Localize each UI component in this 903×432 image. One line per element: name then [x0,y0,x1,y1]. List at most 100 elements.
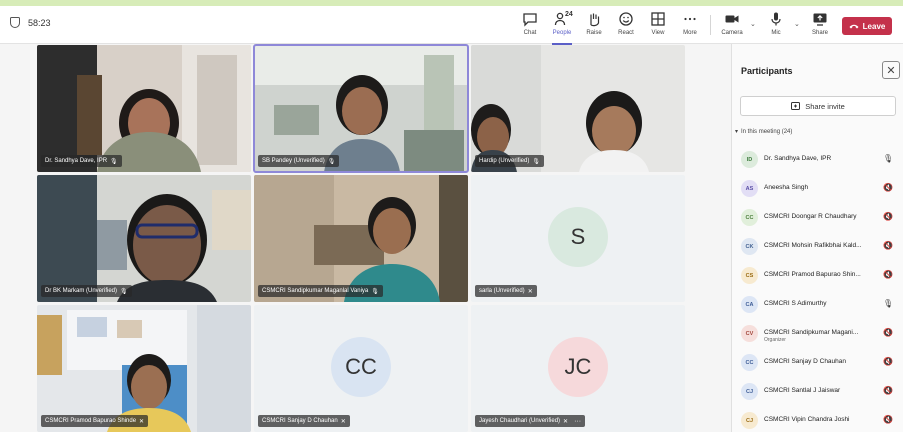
camera-button[interactable]: Camera [715,11,749,41]
participant-name: sarla (Unverified) [479,288,525,294]
microphone-icon: 🎙 [883,154,894,163]
participant-avatar: CV [741,325,758,342]
avatar-tile[interactable]: JC Jayesh Chaudhari (Unverified) ✕ ··· [471,305,685,432]
participant-avatar-initials: S [548,206,608,267]
mic-button[interactable]: Mic [759,11,793,41]
participant-avatar: CC [741,354,758,371]
participant-name: CSMCRI Pramod Bapurao Shin... [764,271,861,278]
more-options-icon[interactable]: ··· [574,418,581,425]
participant-row[interactable]: CA CSMCRI S Adimurthy 🎙 [732,291,903,320]
leave-label: Leave [862,21,886,31]
participant-name: CSMCRI Vipin Chandra Joshi [764,416,850,423]
participant-name-tag: Dr BK Markam (Unverified) 🎙 [41,285,132,297]
mic-muted-icon: ✕ [563,418,569,425]
react-button[interactable]: React [609,11,643,41]
video-feed-image [471,45,685,172]
participant-row[interactable]: CK CSMCRI Mohsin Rafikbhai Kald... 🔇 [732,233,903,262]
participant-name: CSMCRI Sandipkumar Magani... [764,329,859,336]
participant-avatar-initials: CC [331,336,391,397]
microphone-icon: 🎙 [532,158,540,165]
participant-avatar: AS [741,180,758,197]
participant-name: CSMCRI Pramod Bapurao Shinde [45,418,137,424]
participant-avatar: CJ [741,412,758,429]
participant-name-tag: CSMCRI Sanjay D Chauhan ✕ [258,415,350,427]
participant-row[interactable]: CJ CSMCRI Santlal J Jaiswar 🔇 [732,378,903,407]
view-button[interactable]: View [641,11,675,41]
participant-name-tag: Jayesh Chaudhari (Unverified) ✕ ··· [475,415,586,427]
video-tile[interactable]: CSMCRI Sandipkumar Maganlal Vaniya 🎙 [254,175,468,302]
participant-name: CSMCRI Sanjay D Chauhan [764,358,847,365]
participant-row[interactable]: CC CSMCRI Doongar R Chaudhary 🔇 [732,204,903,233]
chat-label: Chat [523,30,537,36]
people-count: 24 [565,11,573,18]
chat-button[interactable]: Chat [513,11,547,41]
participant-avatar: CS [741,267,758,284]
react-label: React [618,30,634,36]
participant-role: Organizer [764,337,786,343]
hand-icon [590,13,600,27]
participant-name-tag: CSMCRI Sandipkumar Maganlal Vaniya 🎙 [258,285,383,297]
avatar-tile[interactable]: CC CSMCRI Sanjay D Chauhan ✕ [254,305,468,432]
people-button[interactable]: 24 People [545,11,579,45]
video-tile[interactable]: Hardip (Unverified) 🎙 [471,45,685,172]
grid-view-icon [651,12,665,26]
in-meeting-section-header[interactable]: ▾ In this meeting (24) [735,128,792,136]
toolbar-divider [710,15,711,35]
camera-options-chevron-icon[interactable]: ⌄ [750,20,756,28]
video-tile-active-speaker[interactable]: SB Pandey (Unverified) 🎙 [253,44,469,173]
mic-muted-icon: 🔇 [883,270,893,279]
chat-icon [523,13,537,27]
participant-name: CSMCRI Santlal J Jaiswar [764,387,841,394]
participant-name: Hardip (Unverified) [479,158,530,164]
collapse-caret-icon: ▾ [735,129,739,135]
participant-row[interactable]: CJ CSMCRI Vipin Chandra Joshi 🔇 [732,407,903,432]
raise-hand-button[interactable]: Raise [577,11,611,41]
participant-name-tag: Dr. Sandhya Dave, IPR 🎙 [41,155,122,167]
participant-row[interactable]: ID Dr. Sandhya Dave, IPR 🎙 [732,146,903,175]
participant-list: ID Dr. Sandhya Dave, IPR 🎙 AS Aneesha Singh 🔇… [732,146,903,432]
more-button[interactable]: More [673,11,707,41]
video-tile[interactable]: Dr BK Markam (Unverified) 🎙 [37,175,251,302]
meeting-timer-area: 58:23 [10,17,51,28]
microphone-icon: 🎙 [883,299,894,308]
share-invite-button[interactable]: Share invite [740,96,896,116]
participant-row[interactable]: CS CSMCRI Pramod Bapurao Shin... 🔇 [732,262,903,291]
close-panel-button[interactable]: ✕ [882,61,900,79]
participant-name-tag: sarla (Unverified) ✕ [475,285,537,297]
participant-name-tag: Hardip (Unverified) 🎙 [475,155,544,167]
video-tile[interactable]: CSMCRI Pramod Bapurao Shinde ✕ [37,305,251,432]
participant-name: Jayesh Chaudhari (Unverified) [479,418,561,424]
camera-icon [725,15,739,23]
microphone-icon: 🎙 [371,288,379,295]
participant-name: Dr. Sandhya Dave, IPR [45,158,108,164]
share-label: Share [811,30,828,36]
participant-name: Aneesha Singh [764,184,809,191]
leave-button[interactable]: Leave [842,17,892,35]
share-button[interactable]: Share [803,11,837,41]
share-invite-label: Share invite [805,101,845,111]
smiley-icon [619,12,633,26]
mic-options-chevron-icon[interactable]: ⌄ [794,20,800,28]
video-feed-image [254,175,468,302]
panel-title: Participants [741,66,793,76]
mic-muted-icon: 🔇 [883,357,893,366]
participant-row[interactable]: AS Aneesha Singh 🔇 [732,175,903,204]
mic-muted-icon: ✕ [340,418,346,425]
video-tile[interactable]: Dr. Sandhya Dave, IPR 🎙 [37,45,251,172]
participant-avatar: ID [741,151,758,168]
participant-row[interactable]: CV CSMCRI Sandipkumar Magani... Organizer 🔇 [732,320,903,349]
more-label: More [683,30,697,36]
mic-muted-icon: ✕ [139,418,145,425]
participant-avatar: CC [741,209,758,226]
participants-panel: Participants ✕ Share invite ▾ In this me… [731,44,903,432]
mic-muted-icon: 🔇 [883,415,893,424]
participant-name-tag: SB Pandey (Unverified) 🎙 [258,155,340,167]
participant-name: CSMCRI Doongar R Chaudhary [764,213,857,220]
mic-label: Mic [771,30,781,36]
avatar-tile[interactable]: S sarla (Unverified) ✕ [471,175,685,302]
participant-row[interactable]: CC CSMCRI Sanjay D Chauhan 🔇 [732,349,903,378]
participant-name: CSMCRI Mohsin Rafikbhai Kald... [764,242,862,249]
mic-muted-icon: 🔇 [883,183,893,192]
participant-name: CSMCRI Sandipkumar Maganlal Vaniya [262,288,369,294]
share-screen-icon [813,13,827,26]
